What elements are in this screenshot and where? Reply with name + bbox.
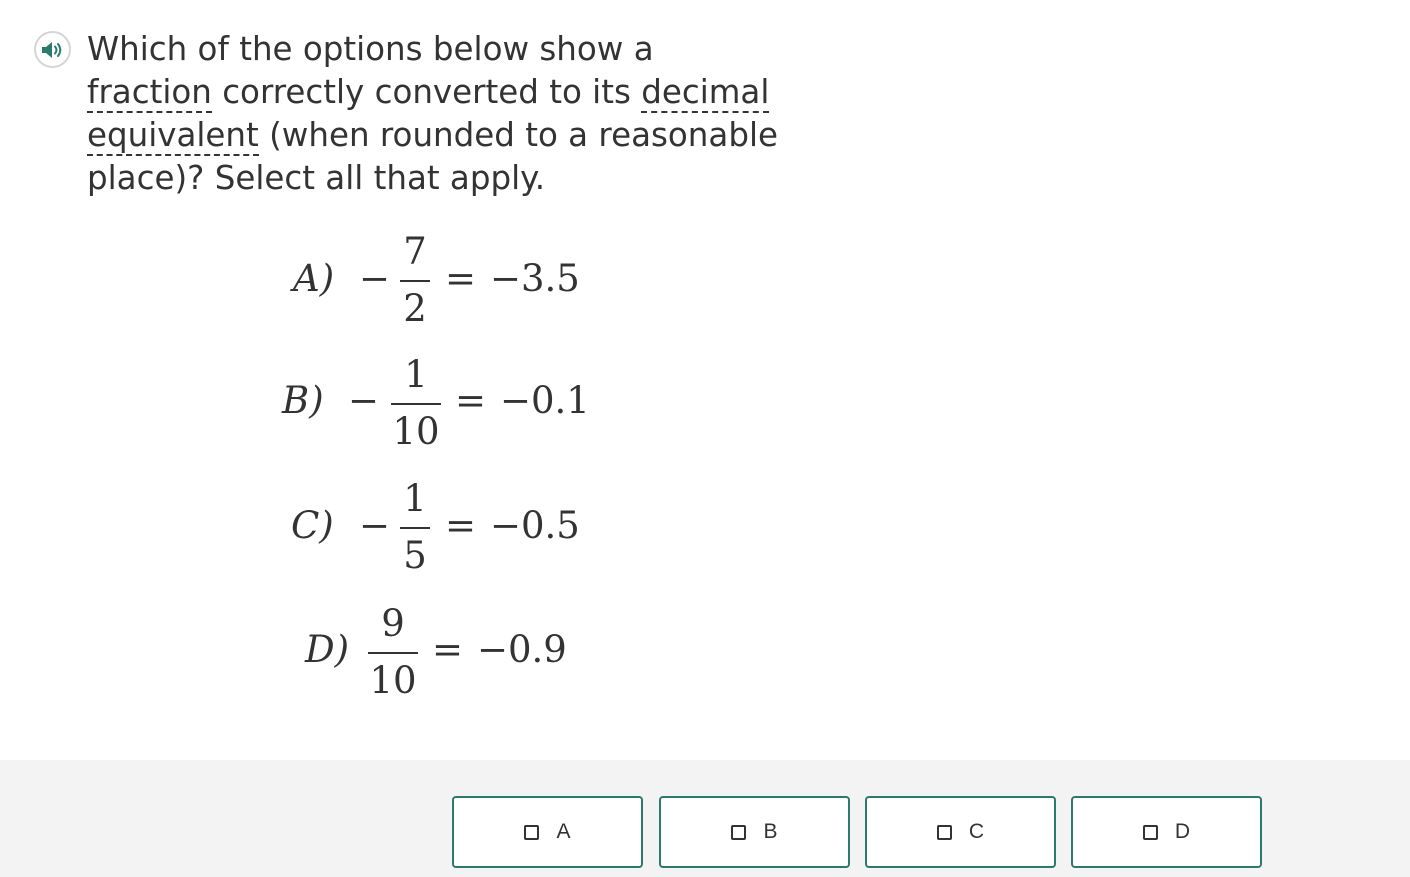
speaker-icon <box>40 39 66 61</box>
decimal-result: −0.9 <box>477 628 567 671</box>
vocab-term-fraction[interactable]: fraction <box>87 73 212 113</box>
choice-c-button[interactable]: C <box>865 796 1056 868</box>
decimal-result: −0.1 <box>500 379 590 422</box>
checkbox-icon <box>731 824 747 840</box>
checkbox-icon <box>936 824 952 840</box>
negative-sign: − <box>359 504 391 547</box>
equals-sign: = <box>432 628 464 671</box>
choice-label: D <box>1174 820 1191 843</box>
choice-d-button[interactable]: D <box>1071 796 1262 868</box>
fraction: 9 10 <box>368 602 418 703</box>
option-letter: C) <box>291 504 334 547</box>
numerator: 1 <box>404 353 428 396</box>
negative-sign: − <box>359 257 391 300</box>
question-text-part-1: Which of the options below show a <box>87 30 654 68</box>
decimal-result: −0.5 <box>490 504 580 547</box>
vocab-term-equivalent[interactable]: equivalent <box>87 116 259 156</box>
question-text: Which of the options below show a fractio… <box>87 28 787 200</box>
question-text-part-2: correctly converted to its <box>222 73 631 111</box>
choice-b-button[interactable]: B <box>659 796 850 868</box>
fraction-bar <box>391 403 441 405</box>
checkbox-icon <box>1142 824 1158 840</box>
checkbox-icon <box>524 824 540 840</box>
numerator: 1 <box>403 477 427 520</box>
equals-sign: = <box>455 379 487 422</box>
numerator: 9 <box>381 602 405 645</box>
choice-label: C <box>968 820 985 843</box>
equals-sign: = <box>445 504 477 547</box>
fraction: 1 5 <box>400 477 430 578</box>
option-letter: B) <box>282 379 324 422</box>
fraction-bar <box>400 280 430 282</box>
fraction: 7 2 <box>400 230 430 331</box>
choice-label: A <box>556 820 571 843</box>
numerator: 7 <box>403 230 427 273</box>
fraction-bar <box>400 527 430 529</box>
fraction-bar <box>368 652 418 654</box>
denominator: 2 <box>403 287 427 330</box>
equals-sign: = <box>445 257 477 300</box>
option-letter: D) <box>305 628 350 671</box>
denominator: 5 <box>403 534 427 577</box>
choice-a-button[interactable]: A <box>452 796 643 868</box>
option-letter: A) <box>293 257 335 300</box>
choice-label: B <box>763 820 778 843</box>
negative-sign: − <box>348 379 380 422</box>
decimal-result: −3.5 <box>490 257 580 300</box>
fraction: 1 10 <box>391 353 441 454</box>
denominator: 10 <box>369 659 417 702</box>
vocab-term-decimal[interactable]: decimal <box>641 73 770 113</box>
denominator: 10 <box>392 410 440 453</box>
audio-button[interactable] <box>34 31 71 68</box>
